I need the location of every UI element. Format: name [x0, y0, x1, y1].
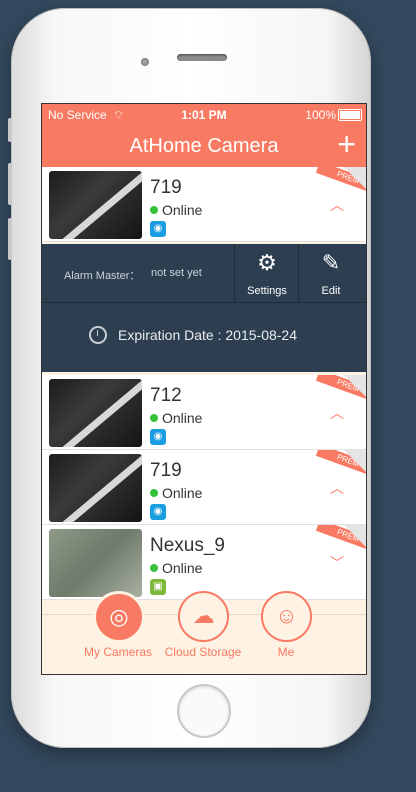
online-dot-icon	[150, 564, 158, 573]
premium-ribbon: PREM	[312, 450, 366, 474]
camera-thumbnail[interactable]	[49, 454, 142, 522]
settings-label: Settings	[247, 285, 287, 297]
tab-bar: ◎ My Cameras ☁ Cloud Storage ☺ Me	[42, 591, 366, 674]
tab-label: Cloud Storage	[164, 645, 242, 659]
camera-status: Online	[150, 410, 202, 426]
chevron-up-icon[interactable]: ︿	[330, 478, 344, 498]
settings-button[interactable]: ⚙ Settings	[234, 244, 299, 302]
premium-ribbon: PREM	[312, 167, 366, 191]
alarm-master-value: not set yet	[151, 267, 202, 279]
online-dot-icon	[150, 414, 158, 423]
ios-app-icon: ◉	[150, 221, 166, 237]
volume-down-button	[8, 218, 12, 260]
edit-label: Edit	[321, 285, 341, 297]
camera-name: 719	[150, 177, 182, 198]
camera-status: Online	[150, 560, 202, 576]
volume-up-button	[8, 163, 12, 205]
premium-ribbon: PREM	[312, 525, 366, 549]
panel-divider	[42, 302, 366, 303]
nav-bar: AtHome Camera +	[42, 124, 366, 167]
ios-app-icon: ◉	[150, 504, 166, 520]
camera-status: Online	[150, 202, 202, 218]
premium-ribbon: PREM	[312, 375, 366, 399]
edit-button[interactable]: ✎ Edit	[298, 244, 363, 302]
alarm-master-label: Alarm Master：	[64, 270, 141, 282]
online-dot-icon	[150, 489, 158, 498]
ios-app-icon: ◉	[150, 429, 166, 445]
tab-my-cameras[interactable]: ◎ My Cameras	[70, 591, 166, 674]
camera-status-text: Online	[162, 410, 203, 426]
camera-thumbnail[interactable]	[49, 379, 142, 447]
camera-status: Online	[150, 485, 202, 501]
battery-percent: 100%	[305, 108, 336, 122]
camera-status-text: Online	[162, 485, 203, 501]
camera-detail-panel: Alarm Master： not set yet ⚙ Settings ✎ E…	[42, 244, 366, 372]
camera-row[interactable]: 719 Online ◉ ︿ PREM	[42, 167, 366, 242]
app-title: AtHome Camera	[129, 135, 279, 157]
chevron-up-icon[interactable]: ︿	[330, 403, 344, 423]
camera-row[interactable]: Nexus_9 Online ▣ ﹀ PREM	[42, 525, 366, 600]
camera-name: 719	[150, 460, 182, 481]
page-curl-icon	[344, 450, 366, 472]
page-curl-icon	[344, 375, 366, 397]
user-icon: ☺	[261, 591, 312, 642]
add-camera-button[interactable]: +	[337, 126, 356, 162]
status-bar: No Service ⌔ 1:01 PM 100%	[42, 104, 366, 124]
expiration-date: Expiration Date : 2015-08-24	[118, 327, 297, 343]
camera-row[interactable]: 719 Online ◉ ︿ PREM	[42, 450, 366, 525]
camera-row[interactable]: 712 Online ◉ ︿ PREM	[42, 375, 366, 450]
camera-name: Nexus_9	[150, 535, 225, 556]
camera-status-text: Online	[162, 202, 203, 218]
page-curl-icon	[344, 525, 366, 547]
cloud-icon: ☁	[178, 591, 229, 642]
camera-thumbnail[interactable]	[49, 529, 142, 597]
home-button[interactable]	[177, 684, 231, 738]
page-curl-icon	[344, 167, 366, 189]
app-screen: No Service ⌔ 1:01 PM 100% AtHome Camera …	[41, 103, 367, 675]
online-dot-icon	[150, 206, 158, 215]
camera-thumbnail[interactable]	[49, 171, 142, 239]
camera-status-text: Online	[162, 560, 203, 576]
front-camera	[141, 58, 149, 66]
tab-label: Me	[277, 645, 295, 659]
tab-me[interactable]: ☺ Me	[238, 591, 334, 674]
pencil-icon: ✎	[321, 250, 341, 275]
gear-icon: ⚙	[257, 250, 277, 275]
battery-icon	[338, 109, 362, 121]
tab-label: My Cameras	[83, 645, 152, 659]
chevron-up-icon[interactable]: ︿	[330, 195, 344, 215]
earpiece-speaker	[177, 54, 227, 61]
timer-icon	[89, 326, 107, 344]
camera-name: 712	[150, 385, 182, 406]
tab-cloud-storage[interactable]: ☁ Cloud Storage	[155, 591, 251, 674]
mute-switch	[8, 118, 12, 142]
webcam-icon: ◎	[93, 591, 145, 643]
chevron-down-icon[interactable]: ﹀	[330, 553, 344, 573]
phone-frame: No Service ⌔ 1:01 PM 100% AtHome Camera …	[8, 8, 371, 748]
